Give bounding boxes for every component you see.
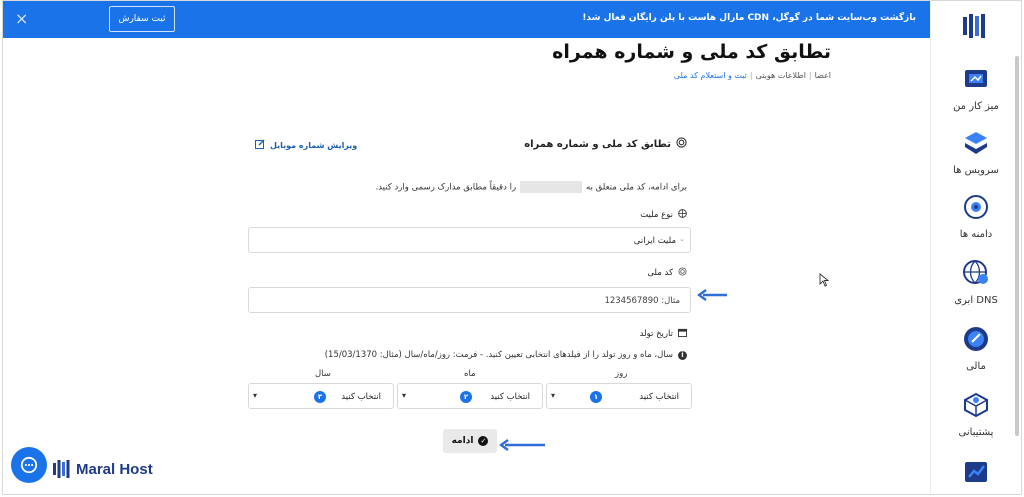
sidebar-item-more[interactable] [931,457,1021,489]
maral-logo-icon [53,460,70,478]
chat-icon [20,456,38,474]
masked-phone [520,181,583,193]
step-badge-3: ۳ [314,391,326,403]
day-select[interactable]: ▾ انتخاب کنید [546,383,692,409]
analytics-icon [965,462,987,482]
chevron-down-icon: ▾ [253,391,258,400]
breadcrumb-current: ثبت و استعلام کد ملی [673,71,747,80]
brand-logo: Maral Host [53,460,153,478]
fingerprint-icon [676,137,687,151]
annotation-arrow-button [499,439,545,451]
chevron-down-icon: ⌄ [679,235,685,243]
intro-text: برای ادامه، کد ملی متعلق بهرا دقیقاً مطا… [375,181,687,193]
national-code-input[interactable]: مثال: 1234567890 [248,287,691,313]
breadcrumb-members[interactable]: اعضا [815,71,831,80]
sidebar-item-dashboard[interactable]: میز کار من [931,65,1021,112]
month-label: ماه [464,369,476,379]
desk-icon [965,70,987,87]
calendar-icon [678,328,687,340]
annotation-arrow-input [697,289,727,301]
layers-icon [965,132,987,154]
chevron-down-icon: ▾ [551,391,556,400]
sidebar-item-services[interactable]: سرویس ها [931,129,1021,176]
chat-button[interactable] [11,447,47,483]
globe-icon [963,260,988,284]
year-label: سال [315,369,331,379]
page-title: تطابق کد ملی و شماره همراه [552,41,831,63]
check-icon: ✓ [478,436,489,446]
sidebar-item-finance[interactable]: مالی [931,325,1021,372]
sidebar-item-cloud-dns[interactable]: DNS ابری [931,259,1021,306]
edit-icon [255,139,265,151]
globe-small-icon [678,209,687,221]
birth-date-label: تاریخ تولد [640,328,687,340]
info-icon: i [678,350,687,360]
national-code-label: کد ملی [647,267,687,279]
birth-info: i سال، ماه و روز تولد را از فیلدهای انتخ… [325,350,687,360]
sidebar-item-domains[interactable]: دامنه ها [931,193,1021,240]
day-label: روز [615,369,628,379]
edit-mobile-link[interactable]: ویرایش شماره موبایل [255,139,357,151]
breadcrumb-identity[interactable]: اطلاعات هویتی [756,71,806,80]
nationality-label: نوع ملیت [640,209,687,221]
maral-logo-icon[interactable] [959,11,989,41]
continue-button[interactable]: ✓ ادامه [443,429,497,453]
promo-banner: × ثبت سفارش بازگشت وب‌سایت شما در گوگل، … [3,1,932,38]
sidebar-item-support[interactable]: پشتیبانی [931,391,1021,438]
breadcrumb: اعضا|اطلاعات هویتی|ثبت و استعلام کد ملی [673,71,831,80]
mouse-cursor-icon [819,273,829,287]
fingerprint-small-icon [678,267,687,279]
banner-text: بازگشت وب‌سایت شما در گوگل، CDN مارال ها… [582,13,916,23]
finance-icon [964,327,988,351]
nationality-select[interactable]: ⌄ ملیت ایرانی [248,227,691,253]
step-badge-2: ۲ [460,391,472,403]
sidebar: میز کار من سرویس ها دامنه ها DNS ابری ما… [930,1,1021,494]
support-icon [964,392,988,418]
chevron-down-icon: ▾ [402,391,407,400]
close-icon[interactable]: × [15,10,28,28]
scrollbar[interactable] [1015,56,1019,436]
domain-icon [964,195,988,219]
order-button[interactable]: ثبت سفارش [109,6,175,32]
app-window: × ثبت سفارش بازگشت وب‌سایت شما در گوگل، … [2,0,1022,495]
step-badge-1: ۱ [590,391,602,403]
card-title: تطابق کد ملی و شماره همراه [524,137,687,151]
